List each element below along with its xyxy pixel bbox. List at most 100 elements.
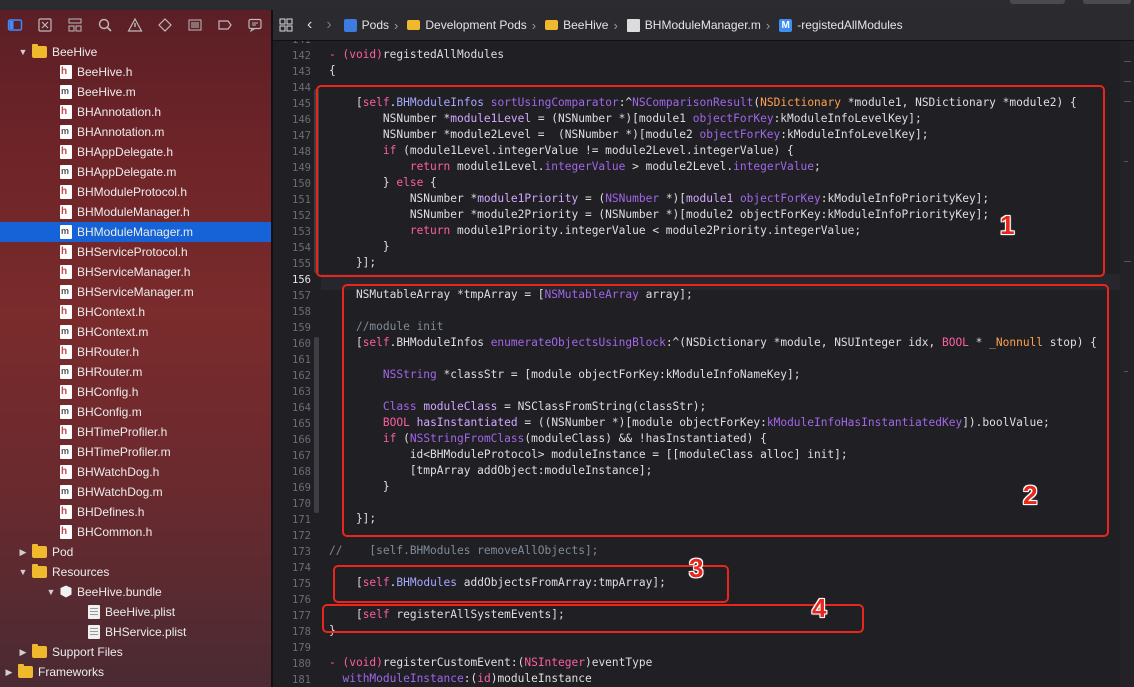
file-tree-label: BHContext.h <box>77 305 146 319</box>
file-tree-item[interactable]: BHContext.h <box>0 302 271 322</box>
find-icon[interactable] <box>90 10 120 40</box>
header-file-icon <box>60 105 72 119</box>
file-tree-item[interactable]: BHModuleManager.h <box>0 202 271 222</box>
line-number: 147 <box>292 130 311 142</box>
file-tree-item[interactable]: BHDefines.h <box>0 502 271 522</box>
file-tree-item[interactable]: BHModuleProtocol.h <box>0 182 271 202</box>
file-tree-item[interactable]: BHWatchDog.m <box>0 482 271 502</box>
folder-icon <box>407 20 421 30</box>
file-tree-item[interactable]: ▶ Frameworks <box>0 662 271 682</box>
line-number: 149 <box>292 162 311 174</box>
project-navigator-icon[interactable] <box>0 10 30 40</box>
file-tree-item[interactable]: ▶ Pod <box>0 542 271 562</box>
breakpoint-navigator-icon[interactable] <box>210 10 240 40</box>
implementation-file-icon <box>60 405 72 419</box>
file-tree-item[interactable]: BHModuleManager.m <box>0 222 271 242</box>
line-number: 159 <box>292 322 311 334</box>
file-tree-item[interactable]: BHServiceProtocol.h <box>0 242 271 262</box>
line-number: 152 <box>292 210 311 222</box>
annotation-number-2: 2 <box>1023 480 1038 510</box>
file-tree-item[interactable]: BHAppDelegate.m <box>0 162 271 182</box>
file-tree-item[interactable]: BHRouter.m <box>0 362 271 382</box>
file-tree-item[interactable]: BHTimeProfiler.m <box>0 442 271 462</box>
breadcrumb-label: Development Pods <box>425 18 527 32</box>
file-tree-item[interactable]: BHCommon.h <box>0 522 271 542</box>
symbol-navigator-icon[interactable] <box>60 10 90 40</box>
breadcrumb-development-pods[interactable]: Development Pods <box>407 18 527 32</box>
implementation-file-icon <box>60 325 72 339</box>
disclosure-closed-icon[interactable]: ▶ <box>18 547 28 557</box>
window-control <box>1083 0 1131 4</box>
line-number: 142 <box>292 50 311 62</box>
header-file-icon <box>60 205 72 219</box>
file-tree-item[interactable]: ▼ Resources <box>0 562 271 582</box>
file-tree-label: BeeHive.bundle <box>77 585 162 599</box>
line-number: 165 <box>292 418 311 430</box>
breadcrumb-file[interactable]: BHModuleManager.m <box>626 18 761 32</box>
file-tree-item[interactable]: BHContext.m <box>0 322 271 342</box>
plist-file-icon <box>88 625 100 639</box>
annotation-number-1: 1 <box>1000 210 1015 240</box>
header-file-icon <box>60 265 72 279</box>
disclosure-open-icon[interactable]: ▼ <box>18 567 28 577</box>
file-tree-item[interactable]: BHAnnotation.m <box>0 122 271 142</box>
file-tree-item[interactable]: BHTimeProfiler.h <box>0 422 271 442</box>
chevron-right-icon: › <box>765 17 771 33</box>
folder-icon <box>32 44 47 58</box>
test-navigator-icon[interactable] <box>150 10 180 40</box>
bundle-icon <box>60 585 72 599</box>
implementation-file-icon <box>60 165 72 179</box>
debug-navigator-icon[interactable] <box>180 10 210 40</box>
minimap-edge[interactable] <box>1120 41 1134 687</box>
header-file-icon <box>60 65 72 79</box>
line-number: 179 <box>292 642 311 654</box>
line-number: 146 <box>292 114 311 126</box>
folder-icon <box>32 644 47 658</box>
code-line: // [self.BHModules removeAllObjects]; <box>329 544 599 557</box>
fold-bar[interactable] <box>314 337 319 513</box>
breadcrumb-beehive[interactable]: BeeHive <box>545 18 608 32</box>
file-tree-label: Resources <box>52 565 110 579</box>
breadcrumb-pods[interactable]: Pods <box>343 18 390 32</box>
file-tree-label: Pod <box>52 545 74 559</box>
line-number: 170 <box>292 498 311 510</box>
file-tree-item[interactable]: ▶ Support Files <box>0 642 271 662</box>
forward-arrow-icon[interactable]: › <box>326 16 331 34</box>
chevron-right-icon: › <box>394 17 399 33</box>
file-tree-item[interactable]: BHWatchDog.h <box>0 462 271 482</box>
disclosure-closed-icon[interactable]: ▶ <box>18 647 28 657</box>
file-tree-item[interactable]: ▼ BeeHive <box>0 42 271 62</box>
plist-file-icon <box>88 605 100 619</box>
issue-navigator-icon[interactable] <box>120 10 150 40</box>
line-number: 148 <box>292 146 311 158</box>
file-tree-label: BeeHive <box>52 45 98 59</box>
file-tree-item[interactable]: BeeHive.h <box>0 62 271 82</box>
back-arrow-icon[interactable]: ‹ <box>307 16 312 34</box>
line-number: 144 <box>292 82 311 94</box>
breadcrumb-method[interactable]: M -registedAllModules <box>779 18 903 32</box>
file-tree-item[interactable]: BHConfig.h <box>0 382 271 402</box>
disclosure-closed-icon[interactable]: ▶ <box>4 667 14 677</box>
breadcrumb-label: Pods <box>361 18 390 32</box>
report-navigator-icon[interactable] <box>240 10 270 40</box>
source-control-icon[interactable] <box>30 10 60 40</box>
file-tree-item[interactable]: BHAnnotation.h <box>0 102 271 122</box>
jump-bar: ‹ › Pods › Development Pods › BeeHive › … <box>273 10 1134 41</box>
file-tree-item[interactable]: ▼ BeeHive.bundle <box>0 582 271 602</box>
file-tree-item[interactable]: BHServiceManager.m <box>0 282 271 302</box>
file-tree-label: BHModuleManager.h <box>77 205 190 219</box>
disclosure-open-icon[interactable]: ▼ <box>18 47 28 57</box>
file-tree-label: BHServiceProtocol.h <box>77 245 188 259</box>
related-items-icon[interactable] <box>279 18 293 32</box>
file-tree-item[interactable]: BHServiceManager.h <box>0 262 271 282</box>
file-tree-item[interactable]: BHService.plist <box>0 622 271 642</box>
file-tree-item[interactable]: BeeHive.plist <box>0 602 271 622</box>
file-tree-item[interactable]: BeeHive.m <box>0 82 271 102</box>
file-tree-item[interactable]: BHConfig.m <box>0 402 271 422</box>
line-number-gutter: 141 142 143 144 145 146 147 148 149 150 151 152 153 1… <box>273 41 311 687</box>
file-tree-label: BHModuleManager.m <box>77 225 194 239</box>
file-tree-item[interactable]: BHRouter.h <box>0 342 271 362</box>
disclosure-open-icon[interactable]: ▼ <box>46 587 56 597</box>
line-number: 155 <box>292 258 311 270</box>
file-tree-item[interactable]: BHAppDelegate.h <box>0 142 271 162</box>
